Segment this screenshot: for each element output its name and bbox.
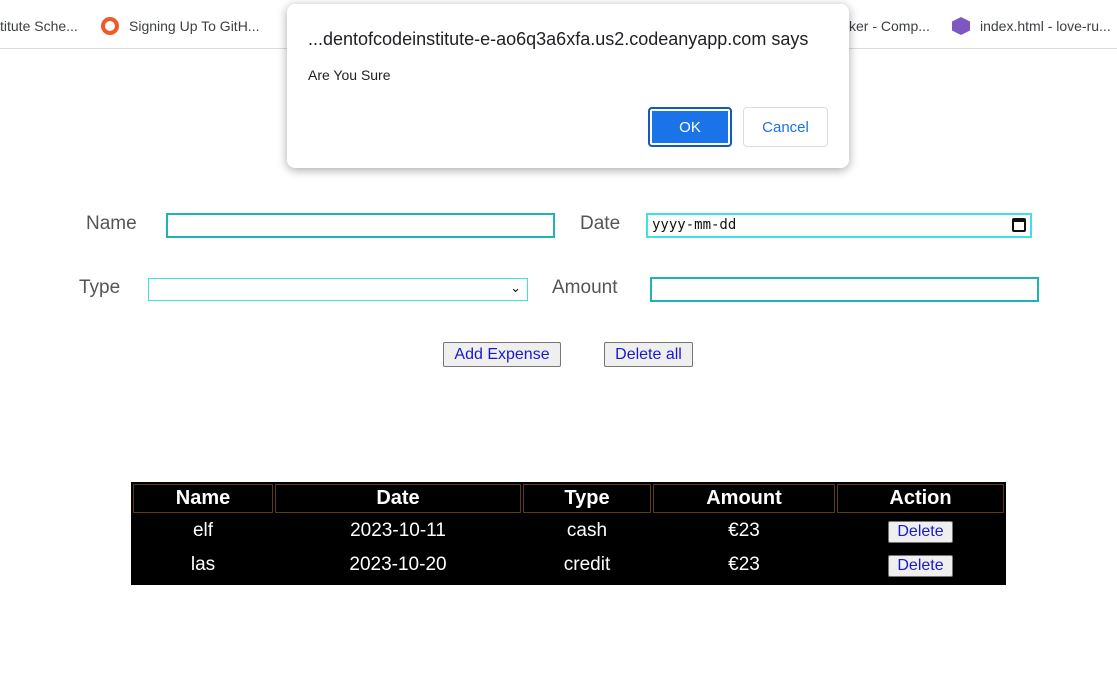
table-row: las 2023-10-20 credit €23 Delete xyxy=(133,549,1004,581)
expense-table: Name Date Type Amount Action elf 2023-10… xyxy=(131,482,1006,585)
amount-label: Amount xyxy=(552,277,618,298)
cell-action: Delete xyxy=(837,549,1004,581)
chevron-down-icon: ⌄ xyxy=(510,281,521,296)
cell-type: cash xyxy=(566,520,608,541)
bookmark-item[interactable]: Signing Up To GitH... xyxy=(101,14,259,38)
header-amount: Amount xyxy=(653,484,835,513)
type-label: Type xyxy=(79,277,121,298)
cell-date: 2023-10-20 xyxy=(349,554,447,575)
header-date: Date xyxy=(275,484,521,513)
delete-row-button[interactable]: Delete xyxy=(888,520,953,543)
amount-input[interactable] xyxy=(650,277,1039,302)
header-name: Name xyxy=(133,484,273,513)
name-label: Name xyxy=(86,213,137,234)
cell-amount: €23 xyxy=(728,520,760,541)
date-input[interactable]: yyyy-mm-dd xyxy=(646,213,1032,238)
date-placeholder: yyyy-mm-dd xyxy=(652,217,737,233)
ring-icon xyxy=(101,17,119,35)
name-input[interactable] xyxy=(166,213,555,238)
table-row: elf 2023-10-11 cash €23 Delete xyxy=(133,515,1004,547)
delete-row-button[interactable]: Delete xyxy=(888,554,953,577)
cell-name: elf xyxy=(192,520,214,541)
dialog-message: Are You Sure xyxy=(308,67,391,83)
cell-amount: €23 xyxy=(728,554,760,575)
cube-icon xyxy=(952,17,970,35)
bookmark-label: titute Sche... xyxy=(0,18,78,34)
cancel-button[interactable]: Cancel xyxy=(743,107,828,147)
bookmark-item[interactable]: index.html - love-ru... xyxy=(952,14,1111,38)
delete-all-button[interactable]: Delete all xyxy=(604,342,693,367)
bookmark-item[interactable]: titute Sche... xyxy=(0,14,78,38)
type-select[interactable]: ⌄ xyxy=(148,278,528,301)
calendar-icon[interactable] xyxy=(1012,218,1026,232)
header-action: Action xyxy=(837,484,1004,513)
bookmark-label: ker - Comp... xyxy=(849,18,930,34)
bookmark-label: index.html - love-ru... xyxy=(980,18,1111,34)
cell-date: 2023-10-11 xyxy=(350,520,446,541)
ok-button[interactable]: OK xyxy=(648,107,732,147)
confirm-dialog: ...dentofcodeinstitute-e-ao6q3a6xfa.us2.… xyxy=(287,4,849,168)
bookmark-label: Signing Up To GitH... xyxy=(129,18,260,34)
cell-action: Delete xyxy=(837,515,1004,547)
dialog-title: ...dentofcodeinstitute-e-ao6q3a6xfa.us2.… xyxy=(308,29,809,49)
add-expense-button[interactable]: Add Expense xyxy=(443,342,561,367)
header-type: Type xyxy=(523,484,651,513)
bookmark-item[interactable]: ker - Comp... xyxy=(849,14,930,38)
cell-name: las xyxy=(190,554,216,575)
date-label: Date xyxy=(580,213,621,234)
table-header-row: Name Date Type Amount Action xyxy=(133,484,1004,513)
cell-type: credit xyxy=(563,554,611,575)
